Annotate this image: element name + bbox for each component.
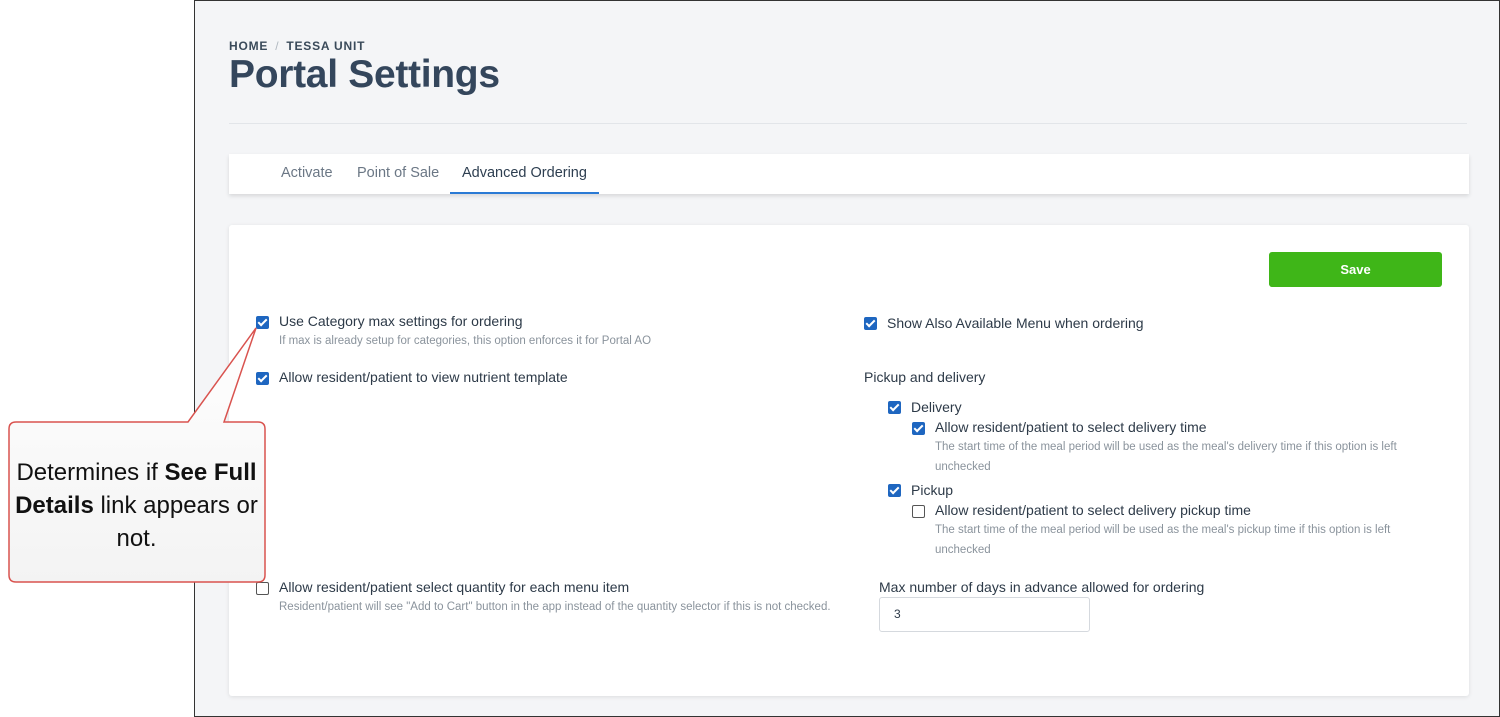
pickup-time-hint: The start time of the meal period will b… xyxy=(935,524,1391,556)
max-days-input[interactable]: 3 xyxy=(879,597,1090,632)
pickup-time-checkbox[interactable] xyxy=(912,505,925,518)
tab-advanced-ordering[interactable]: Advanced Ordering xyxy=(450,154,599,194)
delivery-checkbox[interactable] xyxy=(888,401,901,414)
breadcrumb-unit[interactable]: TESSA UNIT xyxy=(286,39,365,53)
page-title: Portal Settings xyxy=(229,53,500,96)
select-quantity-hint: Resident/patient will see "Add to Cart" … xyxy=(279,601,831,613)
settings-card: Save Use Category max settings for order… xyxy=(229,225,1469,696)
nutrient-template-label: Allow resident/patient to view nutrient … xyxy=(279,369,568,385)
pickup-delivery-heading: Pickup and delivery xyxy=(864,369,986,385)
delivery-time-checkbox[interactable] xyxy=(912,422,925,435)
tab-activate[interactable]: Activate xyxy=(269,154,345,194)
category-max-label: Use Category max settings for ordering xyxy=(279,313,523,329)
tab-point-of-sale[interactable]: Point of Sale xyxy=(345,154,451,194)
pickup-label: Pickup xyxy=(911,482,954,498)
annotation-callout: Determines if See Full Details link appe… xyxy=(8,327,266,583)
max-days-label: Max number of days in advance allowed fo… xyxy=(879,579,1205,595)
callout-text: Determines if See Full Details link appe… xyxy=(15,459,258,552)
breadcrumb-home[interactable]: HOME xyxy=(229,39,268,53)
divider xyxy=(229,123,1467,124)
pickup-checkbox[interactable] xyxy=(888,484,901,497)
pickup-time-label: Allow resident/patient to select deliver… xyxy=(935,502,1251,518)
save-button[interactable]: Save xyxy=(1269,252,1442,287)
app-frame: HOME / TESSA UNIT Portal Settings Activate… xyxy=(194,0,1500,717)
also-available-label: Show Also Available Menu when ordering xyxy=(887,315,1144,331)
category-max-checkbox[interactable] xyxy=(256,316,269,329)
tab-bar: Activate Point of Sale Advanced Ordering xyxy=(229,154,1469,194)
select-quantity-label: Allow resident/patient select quantity f… xyxy=(279,579,630,595)
also-available-checkbox[interactable] xyxy=(864,317,877,330)
delivery-label: Delivery xyxy=(911,399,962,415)
select-quantity-checkbox[interactable] xyxy=(256,582,269,595)
category-max-hint: If max is already setup for categories, … xyxy=(279,335,652,347)
delivery-time-label: Allow resident/patient to select deliver… xyxy=(935,419,1207,435)
delivery-time-hint: The start time of the meal period will b… xyxy=(935,441,1397,473)
breadcrumb-separator: / xyxy=(275,39,280,53)
breadcrumb: HOME / TESSA UNIT xyxy=(229,39,365,53)
